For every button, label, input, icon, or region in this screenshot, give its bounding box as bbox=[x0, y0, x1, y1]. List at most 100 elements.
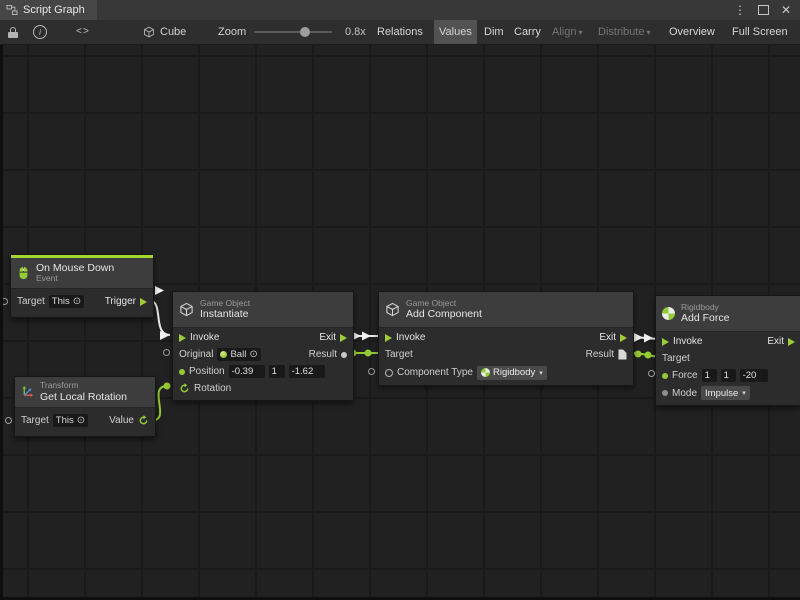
graph-asset-icon bbox=[6, 4, 18, 16]
rotation-type-icon[interactable] bbox=[138, 415, 149, 426]
port-label-rotation: Rotation bbox=[194, 383, 231, 394]
close-icon[interactable]: ✕ bbox=[781, 4, 791, 16]
graph-toolbar: i <> Cube Zoom 0.8x Relations Values bbox=[0, 20, 800, 45]
values-button[interactable]: Values bbox=[434, 20, 477, 44]
node-subtitle: Event bbox=[36, 274, 114, 284]
port-label-mode: Mode bbox=[672, 388, 697, 399]
flow-port-icon[interactable] bbox=[662, 338, 669, 346]
port-label-target: Target bbox=[21, 415, 49, 426]
title-bar: Script Graph ⋮ ✕ bbox=[0, 0, 800, 21]
flow-port-icon[interactable] bbox=[140, 298, 147, 306]
node-add-component[interactable]: Game Object Add Component Invoke Exit Ta… bbox=[378, 291, 634, 386]
node-surtitle: Transform bbox=[40, 381, 127, 391]
vector-port-icon[interactable] bbox=[179, 369, 185, 375]
maximize-icon[interactable] bbox=[758, 5, 769, 15]
chevron-down-icon: ▾ bbox=[742, 389, 746, 397]
original-value-chip[interactable]: Ball ⊙ bbox=[217, 348, 260, 361]
force-z-field[interactable]: -20 bbox=[740, 369, 768, 382]
rotation-type-icon[interactable] bbox=[179, 383, 190, 394]
script-graph-window: Script Graph ⋮ ✕ i <> Cube Zoom bbox=[0, 0, 800, 600]
port-label-result: Result bbox=[309, 349, 337, 360]
game-object-icon bbox=[179, 302, 194, 317]
port-label-invoke: Invoke bbox=[396, 332, 425, 343]
target-value-chip[interactable]: This ⊙ bbox=[49, 295, 84, 308]
node-surtitle: Game Object bbox=[406, 299, 482, 309]
port-label-exit: Exit bbox=[319, 332, 336, 343]
tab-script-graph[interactable]: Script Graph bbox=[0, 0, 97, 20]
value-port-icon[interactable] bbox=[341, 352, 347, 358]
node-title: Add Component bbox=[406, 308, 482, 320]
graph-target-chip[interactable]: Cube bbox=[143, 20, 186, 44]
port-label-exit: Exit bbox=[599, 332, 616, 343]
component-type-dropdown[interactable]: Rigidbody ▾ bbox=[477, 366, 547, 380]
zoom-slider[interactable] bbox=[254, 20, 332, 44]
port-label-target: Target bbox=[17, 296, 45, 307]
ball-object-icon bbox=[220, 351, 227, 358]
rigidbody-icon bbox=[662, 307, 675, 320]
chevron-down-icon: ▾ bbox=[646, 28, 650, 37]
zoom-label: Zoom bbox=[218, 20, 246, 44]
align-button[interactable]: Align▾ bbox=[547, 20, 587, 44]
node-title: Instantiate bbox=[200, 308, 250, 320]
info-icon[interactable]: i bbox=[33, 20, 47, 44]
port-circle[interactable] bbox=[163, 349, 170, 356]
position-z-field[interactable]: -1.62 bbox=[289, 365, 325, 378]
node-surtitle: Rigidbody bbox=[681, 303, 729, 313]
enum-port-icon[interactable] bbox=[662, 390, 668, 396]
tab-title: Script Graph bbox=[23, 4, 85, 16]
code-icon[interactable]: <> bbox=[76, 20, 90, 44]
port-circle[interactable] bbox=[5, 417, 12, 424]
game-object-icon bbox=[385, 302, 400, 317]
menu-icon[interactable]: ⋮ bbox=[734, 4, 746, 16]
port-label-trigger: Trigger bbox=[105, 296, 136, 307]
lock-icon[interactable] bbox=[8, 20, 18, 44]
node-add-force[interactable]: Rigidbody Add Force Invoke Exit Target F… bbox=[655, 295, 800, 406]
object-picker-icon[interactable]: ⊙ bbox=[73, 297, 81, 307]
port-label-position: Position bbox=[189, 366, 225, 377]
graph-target-label: Cube bbox=[160, 26, 186, 38]
port-circle[interactable] bbox=[648, 370, 655, 377]
port-label-invoke: Invoke bbox=[190, 332, 219, 343]
flow-port-icon[interactable] bbox=[179, 334, 186, 342]
overview-button[interactable]: Overview bbox=[664, 20, 720, 44]
position-y-field[interactable]: 1 bbox=[269, 365, 285, 378]
rigidbody-icon bbox=[481, 368, 490, 377]
chevron-down-icon: ▾ bbox=[578, 28, 582, 37]
port-circle[interactable] bbox=[368, 368, 375, 375]
port-label-original: Original bbox=[179, 349, 213, 360]
force-mode-dropdown[interactable]: Impulse ▾ bbox=[701, 386, 750, 400]
node-get-local-rotation[interactable]: Transform Get Local Rotation Target This… bbox=[14, 376, 156, 437]
node-title: Get Local Rotation bbox=[40, 391, 127, 403]
zoom-slider-handle[interactable] bbox=[300, 27, 310, 37]
port-label-exit: Exit bbox=[767, 336, 784, 347]
force-y-field[interactable]: 1 bbox=[721, 369, 736, 382]
transform-icon bbox=[21, 385, 34, 398]
window-border-left bbox=[0, 44, 3, 600]
target-value-chip[interactable]: This ⊙ bbox=[53, 414, 88, 427]
object-picker-icon[interactable]: ⊙ bbox=[77, 416, 85, 426]
relations-button[interactable]: Relations bbox=[372, 20, 428, 44]
port-label-result: Result bbox=[586, 349, 614, 360]
force-x-field[interactable]: 1 bbox=[702, 369, 717, 382]
flow-port-icon[interactable] bbox=[385, 334, 392, 342]
zoom-slider-track[interactable] bbox=[254, 31, 332, 33]
distribute-button[interactable]: Distribute▾ bbox=[593, 20, 655, 44]
component-type-port-icon[interactable] bbox=[385, 369, 393, 377]
vector-port-icon[interactable] bbox=[662, 373, 668, 379]
cube-icon bbox=[143, 26, 155, 38]
position-x-field[interactable]: -0.39 bbox=[229, 365, 265, 378]
chevron-down-icon: ▾ bbox=[539, 369, 543, 377]
port-label-component-type: Component Type bbox=[397, 367, 473, 378]
flow-port-icon[interactable] bbox=[788, 338, 795, 346]
port-label-target: Target bbox=[385, 349, 413, 360]
component-result-icon[interactable] bbox=[618, 349, 627, 360]
port-label-invoke: Invoke bbox=[673, 336, 702, 347]
flow-port-icon[interactable] bbox=[340, 334, 347, 342]
dim-button[interactable]: Dim bbox=[479, 20, 509, 44]
object-picker-icon[interactable]: ⊙ bbox=[249, 350, 257, 360]
node-instantiate[interactable]: Game Object Instantiate Invoke Exit Orig… bbox=[172, 291, 354, 401]
flow-port-icon[interactable] bbox=[620, 334, 627, 342]
node-on-mouse-down[interactable]: On Mouse Down Event Target This ⊙ Trigge… bbox=[10, 254, 154, 318]
fullscreen-button[interactable]: Full Screen bbox=[727, 20, 793, 44]
carry-button[interactable]: Carry bbox=[509, 20, 546, 44]
